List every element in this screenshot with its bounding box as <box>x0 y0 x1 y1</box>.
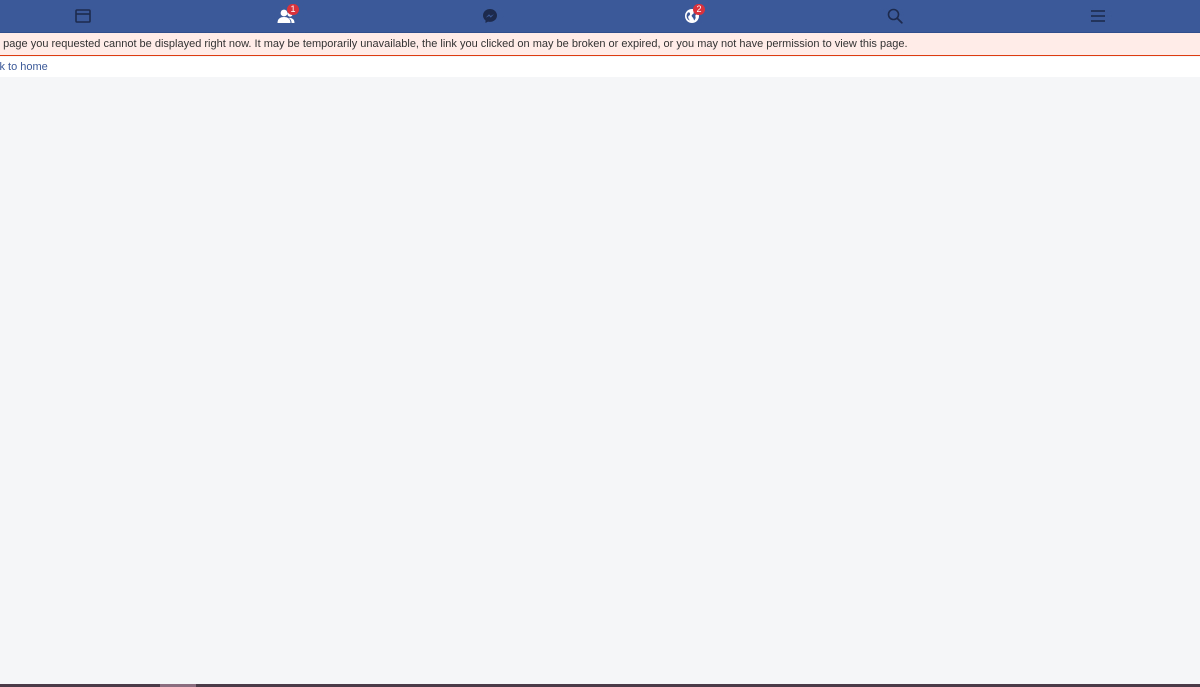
friend-requests-badge: 1 <box>287 4 299 15</box>
search-icon <box>887 8 903 24</box>
news-feed-button[interactable] <box>53 0 113 32</box>
error-banner: e page you requested cannot be displayed… <box>0 33 1200 56</box>
news-feed-icon <box>75 9 91 23</box>
error-message: e page you requested cannot be displayed… <box>0 38 908 50</box>
top-navigation-bar: 1 2 <box>0 0 1200 33</box>
notifications-badge: 2 <box>693 4 705 15</box>
menu-button[interactable] <box>1068 0 1128 32</box>
menu-icon <box>1090 9 1106 23</box>
home-link-row: ck to home <box>0 57 1200 77</box>
friend-requests-button[interactable]: 1 <box>256 0 316 32</box>
messenger-button[interactable] <box>460 0 520 32</box>
notifications-button[interactable]: 2 <box>662 0 722 32</box>
messenger-icon <box>482 8 498 24</box>
back-to-home-link[interactable]: ck to home <box>0 61 48 73</box>
search-button[interactable] <box>865 0 925 32</box>
